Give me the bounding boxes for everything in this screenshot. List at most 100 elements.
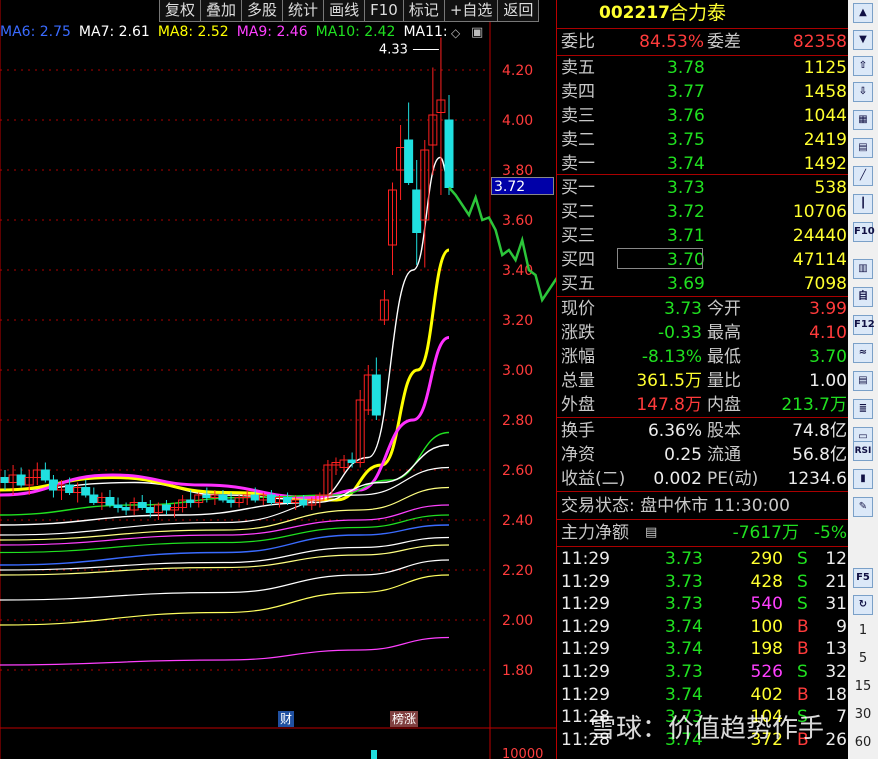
bars-icon[interactable]: ▮ [853, 469, 873, 489]
list-view-icon[interactable]: ≣ [853, 399, 873, 419]
main-flow-row[interactable]: 主力净额 ▤ -7617万 -5% [557, 521, 849, 545]
asks-row[interactable]: 卖四 3.77 1458 [557, 80, 849, 104]
period-5[interactable]: 5 [848, 651, 878, 666]
kline-chart[interactable]: 4.204.003.803.603.403.203.002.802.602.40… [0, 0, 556, 759]
bids-label: 买二 [561, 202, 595, 222]
arrow-up-outline-icon[interactable]: ⇧ [853, 56, 873, 76]
add-watchlist-button[interactable]: +自选 [443, 0, 499, 22]
tick-volume: 540 [750, 594, 783, 615]
tick-row[interactable]: 11:29 3.73 290 S 12 [557, 548, 849, 570]
stat-label: 量比 [707, 371, 741, 391]
tick-time: 11:29 [561, 594, 610, 615]
candle-body [89, 494, 99, 503]
f10-button[interactable]: F10 [364, 0, 404, 22]
stat-value: 3.70 [809, 347, 847, 367]
candle-body [412, 189, 422, 233]
asks-row[interactable]: 卖三 3.76 1044 [557, 104, 849, 128]
tick-row[interactable]: 11:29 3.73 526 S 32 [557, 661, 849, 683]
rsi-icon[interactable]: RSI [853, 441, 873, 461]
stat-label: 最低 [707, 347, 741, 367]
period-15[interactable]: 15 [848, 679, 878, 694]
period-1[interactable]: 1 [848, 623, 878, 638]
grid-icon[interactable]: ▦ [853, 110, 873, 130]
bids-row[interactable]: 买一 3.73 538 [557, 176, 849, 200]
bids-row[interactable]: 买二 3.72 10706 [557, 200, 849, 224]
tick-row[interactable]: 11:29 3.74 198 B 13 [557, 638, 849, 660]
arrow-up-icon[interactable]: ▲ [853, 3, 873, 23]
draw-line-button[interactable]: 画线 [323, 0, 366, 22]
candle-chart-icon[interactable]: ┃ [853, 194, 873, 214]
ranking-event-tag[interactable]: 榜涨 [390, 711, 419, 727]
y-tick-label: 3.60 [502, 213, 533, 229]
pencil-icon[interactable]: ✎ [853, 497, 873, 517]
tick-row[interactable]: 11:29 3.73 428 S 21 [557, 571, 849, 593]
tick-side: S [797, 594, 808, 615]
stock-name: 合力泰 [669, 2, 727, 24]
bids-row[interactable]: 买四 3.70 47114 [557, 248, 849, 272]
watermark: 雪球：价值趋势作手 [590, 714, 825, 744]
tick-side: B [797, 684, 809, 705]
bids-volume: 24440 [792, 226, 847, 246]
mark-button[interactable]: 标记 [402, 0, 445, 22]
f10-icon[interactable]: F10 [853, 222, 875, 242]
period-30[interactable]: 30 [848, 707, 878, 722]
period-60[interactable]: 60 [848, 735, 878, 750]
fund-row: 收益(二) 0.002 PE(动) 1234.6 [557, 467, 849, 491]
overlay-button[interactable]: 叠加 [200, 0, 243, 22]
tick-time: 11:29 [561, 571, 610, 592]
arrow-down-outline-icon[interactable]: ⇩ [853, 82, 873, 102]
stat-value: 1.00 [809, 371, 847, 391]
bids-row[interactable]: 买三 3.71 24440 [557, 224, 849, 248]
weibi-label: 委比 [561, 32, 595, 52]
statistics-button[interactable]: 统计 [282, 0, 325, 22]
bid-selection-box[interactable] [617, 248, 703, 269]
f5-icon[interactable]: F5 [853, 568, 873, 588]
tick-row[interactable]: 11:29 3.74 100 B 9 [557, 616, 849, 638]
fuquan-button[interactable]: 复权 [159, 0, 202, 22]
bids-row[interactable]: 买五 3.69 7098 [557, 272, 849, 296]
arrow-down-icon[interactable]: ▼ [853, 30, 873, 50]
trade-status: 交易状态: 盘中休市 11:30:00 [561, 496, 790, 516]
stat-label: 最高 [707, 323, 741, 343]
weibi-row: 委比 84.53% 委差 82358 [557, 30, 849, 54]
back-button[interactable]: 返回 [497, 0, 540, 22]
tick-count: 12 [825, 549, 847, 569]
f12-icon[interactable]: F12 [853, 315, 875, 335]
candle-body [226, 499, 236, 503]
settings-toggle-icon[interactable]: ▣ [471, 25, 483, 40]
finance-event-tag[interactable]: 财 [278, 711, 295, 727]
multi-stock-button[interactable]: 多股 [241, 0, 284, 22]
asks-price: 3.78 [667, 58, 705, 78]
tick-row[interactable]: 11:29 3.73 540 S 31 [557, 593, 849, 615]
candle-body [121, 507, 131, 511]
asks-volume: 1125 [803, 58, 847, 78]
line-chart-icon[interactable]: ╱ [853, 166, 873, 186]
candle-body [444, 119, 454, 188]
table-icon[interactable]: ▤ [853, 138, 873, 158]
side-toolbar: ▲ ▼ ⇧ ⇩ ▦ ▤ ╱ ┃ F10 ▥ 自 F12 ≈ ▤ ≣ ▭ RSI … [848, 0, 878, 759]
wave-icon[interactable]: ≈ [853, 343, 873, 363]
fund-label: 换手 [561, 421, 595, 441]
candle-body [299, 499, 309, 506]
weibi-value: 84.53% [639, 32, 704, 52]
asks-row[interactable]: 卖二 3.75 2419 [557, 128, 849, 152]
list-icon[interactable]: ▤ [645, 521, 657, 545]
kline-chart-panel[interactable]: 4.20 4.00 3.80 3.60 3.40 3.20 3.00 2.80 2.60 2.40… [0, 0, 556, 759]
self-select-icon[interactable]: 自 [853, 287, 873, 307]
fund-value: 6.36% [647, 421, 702, 441]
main-flow-value: -7617万 [732, 523, 799, 543]
tick-volume: 290 [750, 549, 783, 569]
tick-row[interactable]: 11:29 3.74 402 B 18 [557, 684, 849, 706]
bids-volume: 47114 [792, 250, 847, 270]
stat-label: 内盘 [707, 395, 741, 415]
table2-icon[interactable]: ▤ [853, 371, 873, 391]
chart-icon[interactable]: ▥ [853, 259, 873, 279]
bids-price: 3.72 [667, 202, 705, 222]
asks-row[interactable]: 卖五 3.78 1125 [557, 56, 849, 80]
refresh-icon[interactable]: ↻ [853, 595, 873, 615]
asks-row[interactable]: 卖一 3.74 1492 [557, 152, 849, 176]
y-tick-label: 2.40 [502, 513, 533, 529]
diamond-icon[interactable]: ◇ [451, 26, 460, 40]
stat-value: 213.7万 [781, 395, 847, 415]
volume-axis-label: 10000 [502, 747, 544, 759]
